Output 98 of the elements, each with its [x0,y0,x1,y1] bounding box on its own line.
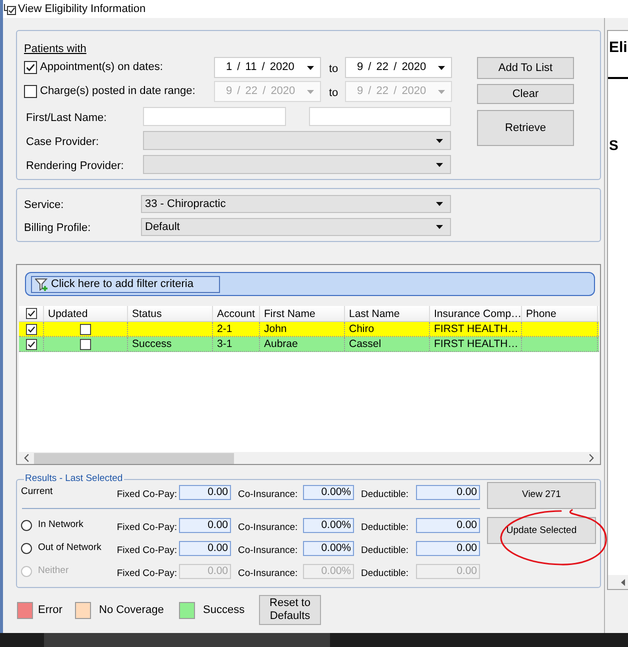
table-cell: John [260,322,345,336]
triangle-left-icon[interactable] [621,578,625,586]
field-label: Deductible: [361,488,409,500]
legend-label: Error [38,602,62,618]
number-field[interactable]: 0.00% [303,541,354,556]
number-field[interactable]: 0.00 [179,518,231,533]
input-field[interactable] [143,107,286,126]
table-cell: 2-1 [213,322,260,336]
date-picker[interactable]: 9 / 22 / 2020 [345,57,452,78]
input-field[interactable] [309,107,451,126]
range-label: to [329,86,338,98]
radio-button[interactable] [21,543,32,554]
number-field[interactable]: 0.00 [416,485,480,500]
field-label: Co-Insurance: [238,544,298,556]
horizontal-scrollbar[interactable] [19,452,599,464]
field-label: Fixed Co-Pay: [116,522,177,532]
field-label: Billing Profile: [24,222,91,234]
horizontal-scrollbar[interactable] [608,575,628,589]
field-label: Deductible: [361,568,409,578]
checkbox[interactable] [26,324,36,334]
field-label: Deductible: [361,544,409,556]
filter-button[interactable]: Click here to add filter criteria [31,276,220,292]
field-label: Co-Insurance: [238,522,298,532]
table-cell: Chiro [345,322,430,336]
column-header[interactable]: Status [128,306,213,321]
field-label: Rendering Provider: [26,160,124,172]
checkbox-label: Appointment(s) on dates: [40,60,163,76]
reset-button[interactable]: Reset to Defaults [259,595,321,625]
radio-label: Out of Network [38,541,102,556]
clear-button[interactable]: Clear [477,84,574,104]
table-cell: Aubrae [260,337,345,351]
add-to-list-button[interactable]: Add To List [477,57,574,79]
row-label: Current [21,485,53,500]
date-picker[interactable]: 1 / 11 / 2020 [214,57,321,78]
table-cell: Cassel [345,337,430,351]
caret-down-icon [438,90,445,94]
column-header[interactable]: Last Name [345,306,430,321]
range-label: to [329,62,338,74]
caret-down-icon [307,90,314,94]
number-field[interactable]: 0.00 [179,541,231,556]
search-field[interactable] [44,633,330,647]
view-271-button[interactable]: View 271 [487,482,596,508]
retrieve-button[interactable]: Retrieve [477,110,574,146]
chevron-left-icon[interactable] [24,454,29,462]
caret-down-icon [438,66,445,70]
table-cell: 3-1 [213,337,260,351]
dropdown[interactable]: 33 - Chiropractic [141,195,451,213]
table-cell: Success [128,337,213,351]
number-field[interactable]: 0.00 [416,518,480,533]
checkbox[interactable] [24,85,37,98]
table-cell: FIRST HEALTH… [430,337,522,351]
field-label: Fixed Co-Pay: [116,568,177,578]
update-selected-button[interactable]: Update Selected [487,517,596,544]
checkbox[interactable] [26,308,36,319]
checkbox[interactable] [80,338,91,350]
field-label: Deductible: [361,522,409,532]
column-header[interactable]: Updated [44,306,128,321]
column-header[interactable]: First Name [260,306,345,321]
legend-label: No Coverage [99,602,164,618]
number-field[interactable]: 0.00% [303,518,354,533]
panel-heading: Eli [609,39,628,56]
dropdown[interactable]: Default [141,218,451,236]
number-field[interactable]: 0.00 [179,485,231,500]
checkbox[interactable] [26,338,36,350]
caret-down-icon [436,225,443,229]
column-header[interactable]: Phone [522,306,598,321]
number-field[interactable]: 0.00% [303,485,354,500]
table-cell: FIRST HEALTH… [430,322,522,336]
section-heading: Patients with [24,42,86,57]
caret-down-icon [436,138,443,142]
table-row[interactable]: Success 3-1 Aubrae Cassel FIRST HEALTH… [19,337,599,352]
field-label: Fixed Co-Pay: [116,488,177,500]
scrollbar-thumb[interactable] [34,452,234,464]
caret-down-icon [307,66,314,70]
caret-down-icon [436,162,443,166]
radio-button[interactable] [21,520,32,531]
window-title: View Eligibility Information [18,2,146,16]
radio-label: Neither [38,564,69,578]
checkbox[interactable] [24,61,37,74]
legend-label: Success [203,602,245,618]
table-row[interactable]: 2-1 John Chiro FIRST HEALTH… [19,322,599,337]
field-label: Case Provider: [26,136,99,148]
chevron-right-icon[interactable] [589,454,594,462]
field-label: Fixed Co-Pay: [116,544,177,556]
funnel-plus-icon [35,278,48,290]
field-label: Co-Insurance: [238,488,298,500]
checkbox-label: Charge(s) posted in date range: [40,84,196,100]
field-label: Service: [24,199,64,211]
group-label: Results - Last Selected [24,473,124,485]
field-label: First/Last Name: [26,112,107,124]
number-field[interactable]: 0.00 [416,541,480,556]
column-header[interactable]: Account [213,306,260,321]
radio-label: In Network [38,518,84,532]
field-label: Co-Insurance: [238,568,298,578]
column-header[interactable]: Insurance Comp… [430,306,522,321]
caret-down-icon [436,202,443,206]
checkbox[interactable] [80,324,91,334]
panel-text: S [609,137,618,153]
